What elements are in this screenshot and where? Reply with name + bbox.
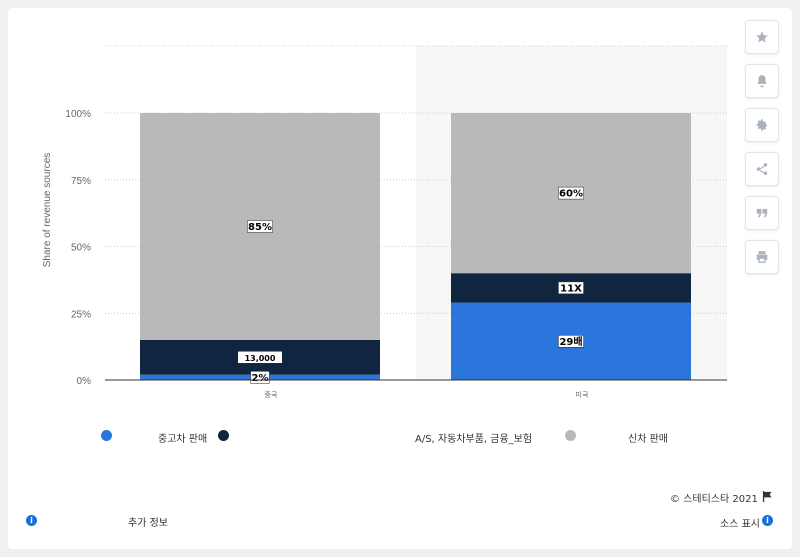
y-axis-ticks: 0% 25% 50% 75% 100% (65, 109, 91, 387)
quote-icon (756, 208, 768, 218)
data-label: 60% (559, 189, 583, 200)
data-label: 29배 (559, 335, 582, 348)
side-toolbar (745, 20, 779, 284)
y-tick-label: 100% (65, 109, 91, 120)
y-axis-label: Share of revenue sources (42, 153, 53, 268)
y-tick-label: 50% (71, 243, 91, 254)
share-icon (756, 163, 768, 175)
data-label: 13,000 (245, 354, 276, 363)
print-button[interactable] (745, 240, 779, 274)
data-label: 11X (560, 283, 582, 294)
x-category-label: 중국 (265, 391, 278, 399)
legend-dot-service-parts[interactable] (218, 430, 229, 441)
stacked-bar-chart: 0% 25% 50% 75% 100% Share of revenue sources… (42, 45, 727, 399)
legend-dot-used-car[interactable] (101, 430, 112, 441)
data-label: 85% (248, 222, 272, 233)
bars: 2% 13,000 85% 29배 11X 60% (140, 113, 691, 384)
show-source-link[interactable]: 소스 표시 (720, 515, 760, 530)
gear-icon (756, 119, 768, 131)
more-info-link[interactable]: 추가 정보 (128, 514, 168, 529)
bell-icon (757, 75, 767, 88)
print-icon (756, 251, 768, 263)
copyright-text[interactable]: © 스테티스타 2021 (670, 490, 758, 505)
legend-label-used-car[interactable]: 중고차 판매 (158, 430, 207, 445)
x-category-label: 미국 (576, 390, 589, 399)
x-axis-categories: 중국 미국 (265, 390, 589, 399)
legend-label-service-parts[interactable]: A/S, 자동차부품, 금융_보험 (415, 430, 532, 445)
y-tick-label: 25% (71, 309, 91, 320)
legend-dot-new-car[interactable] (565, 430, 576, 441)
data-label: 2% (252, 373, 269, 384)
y-tick-label: 0% (77, 376, 92, 387)
cite-button[interactable] (745, 196, 779, 230)
bookmark-button[interactable] (745, 20, 779, 54)
legend-label-new-car[interactable]: 신차 판매 (628, 430, 668, 445)
share-button[interactable] (745, 152, 779, 186)
flag-icon (762, 491, 772, 502)
star-icon (756, 31, 768, 43)
y-tick-label: 75% (71, 176, 91, 187)
notification-button[interactable] (745, 64, 779, 98)
source-info-icon[interactable]: i (762, 515, 773, 526)
info-icon[interactable]: i (26, 515, 37, 526)
settings-button[interactable] (745, 108, 779, 142)
